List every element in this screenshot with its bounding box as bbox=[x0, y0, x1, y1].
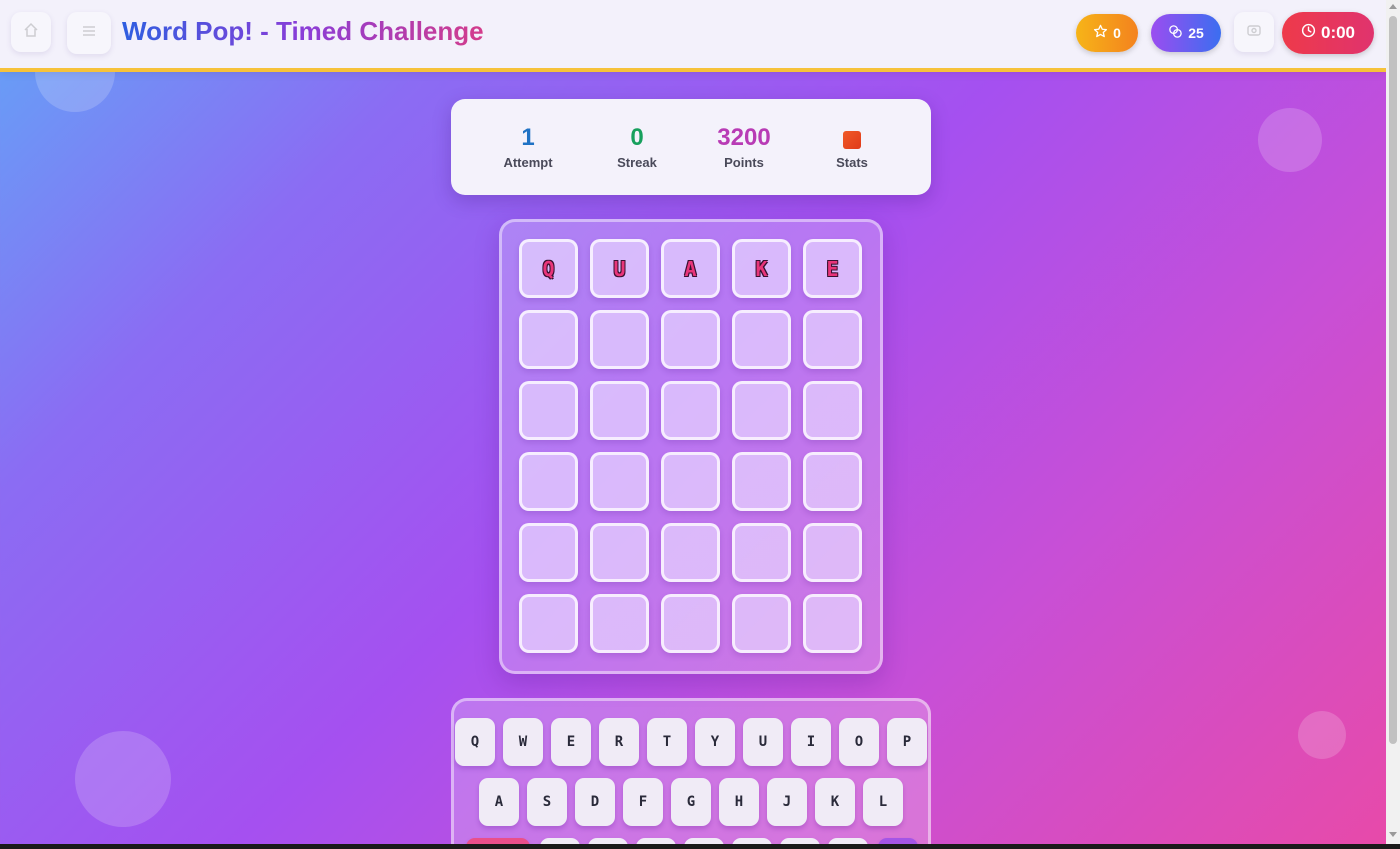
bottom-edge bbox=[0, 844, 1400, 849]
board-tile bbox=[732, 594, 791, 653]
board-tile bbox=[661, 310, 720, 369]
page-title: Word Pop! - Timed Challenge bbox=[122, 16, 484, 46]
streak-label: Streak bbox=[617, 155, 657, 170]
key-u[interactable]: U bbox=[743, 718, 783, 766]
key-s[interactable]: S bbox=[527, 778, 567, 826]
settings-icon bbox=[1246, 22, 1262, 43]
board-tile bbox=[732, 381, 791, 440]
scrollbar[interactable] bbox=[1386, 0, 1400, 849]
board-tile bbox=[661, 594, 720, 653]
board-tile bbox=[519, 523, 578, 582]
scroll-up-arrow-icon[interactable] bbox=[1389, 4, 1397, 9]
key-h[interactable]: H bbox=[719, 778, 759, 826]
key-o[interactable]: O bbox=[839, 718, 879, 766]
stats-label: Stats bbox=[836, 155, 868, 170]
settings-button[interactable] bbox=[1234, 12, 1274, 52]
board-tile: U bbox=[590, 239, 649, 298]
key-k[interactable]: K bbox=[815, 778, 855, 826]
streak-stat: 0 Streak bbox=[587, 123, 687, 170]
key-f[interactable]: F bbox=[623, 778, 663, 826]
key-p[interactable]: P bbox=[887, 718, 927, 766]
on-screen-keyboard: QWERTYUIOP ASDFGHJKL bbox=[451, 698, 931, 849]
board-tile bbox=[803, 594, 862, 653]
coins-icon bbox=[1168, 24, 1183, 42]
key-t[interactable]: T bbox=[647, 718, 687, 766]
board-tile bbox=[803, 452, 862, 511]
timer-badge: 0:00 bbox=[1282, 12, 1374, 54]
game-board: QUAKE bbox=[499, 219, 883, 674]
board-tile bbox=[661, 523, 720, 582]
points-value: 3200 bbox=[717, 124, 771, 151]
board-tile bbox=[732, 452, 791, 511]
board-tile bbox=[590, 452, 649, 511]
stats-button[interactable]: Stats bbox=[802, 125, 902, 170]
board-tile bbox=[803, 523, 862, 582]
stars-badge[interactable]: 0 bbox=[1076, 14, 1138, 52]
timer-value: 0:00 bbox=[1320, 23, 1356, 42]
menu-icon bbox=[81, 23, 97, 44]
clock-icon bbox=[1301, 23, 1316, 43]
board-tile bbox=[519, 594, 578, 653]
key-e[interactable]: E bbox=[551, 718, 591, 766]
key-r[interactable]: R bbox=[599, 718, 639, 766]
board-tile bbox=[519, 452, 578, 511]
coins-count: 25 bbox=[1188, 25, 1204, 41]
board-tile bbox=[732, 310, 791, 369]
board-tile bbox=[519, 381, 578, 440]
menu-button[interactable] bbox=[67, 12, 111, 54]
decor-bubble bbox=[75, 731, 171, 827]
stars-count: 0 bbox=[1113, 25, 1121, 41]
board-tile bbox=[661, 381, 720, 440]
key-d[interactable]: D bbox=[575, 778, 615, 826]
star-icon bbox=[1093, 24, 1108, 42]
board-tile bbox=[590, 594, 649, 653]
scroll-down-arrow-icon[interactable] bbox=[1389, 832, 1397, 837]
board-tile bbox=[803, 381, 862, 440]
points-stat: 3200 Points bbox=[694, 123, 794, 170]
key-g[interactable]: G bbox=[671, 778, 711, 826]
board-tile: Q bbox=[519, 239, 578, 298]
key-i[interactable]: I bbox=[791, 718, 831, 766]
decor-bubble bbox=[1258, 108, 1322, 172]
board-tile bbox=[519, 310, 578, 369]
home-button[interactable] bbox=[11, 12, 51, 52]
board-tile: A bbox=[661, 239, 720, 298]
board-tile bbox=[732, 523, 791, 582]
attempt-stat: 1 Attempt bbox=[478, 123, 578, 170]
board-tile: E bbox=[803, 239, 862, 298]
board-tile bbox=[590, 523, 649, 582]
key-q[interactable]: Q bbox=[455, 718, 495, 766]
board-tile: K bbox=[732, 239, 791, 298]
stats-panel: 1 Attempt 0 Streak 3200 Points Stats bbox=[451, 99, 931, 195]
attempt-value: 1 bbox=[521, 124, 535, 151]
coins-badge[interactable]: 25 bbox=[1151, 14, 1221, 52]
home-icon bbox=[23, 22, 39, 43]
key-w[interactable]: W bbox=[503, 718, 543, 766]
key-l[interactable]: L bbox=[863, 778, 903, 826]
key-a[interactable]: A bbox=[479, 778, 519, 826]
points-label: Points bbox=[724, 155, 764, 170]
streak-value: 0 bbox=[630, 124, 644, 151]
scroll-thumb[interactable] bbox=[1389, 16, 1397, 744]
key-j[interactable]: J bbox=[767, 778, 807, 826]
attempt-label: Attempt bbox=[503, 155, 553, 170]
top-header: Word Pop! - Timed Challenge 0 25 0:00 bbox=[0, 0, 1386, 72]
stats-icon bbox=[843, 131, 861, 149]
decor-bubble bbox=[1298, 711, 1346, 759]
board-tile bbox=[803, 310, 862, 369]
key-y[interactable]: Y bbox=[695, 718, 735, 766]
board-tile bbox=[590, 310, 649, 369]
board-tile bbox=[590, 381, 649, 440]
board-tile bbox=[661, 452, 720, 511]
